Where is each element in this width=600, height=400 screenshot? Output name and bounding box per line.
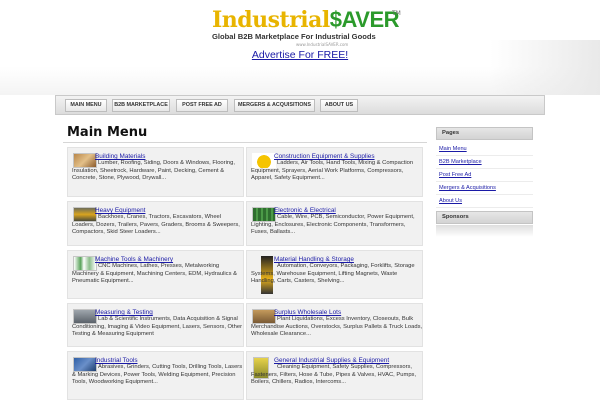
nav-post-free-ad[interactable]: POST FREE AD bbox=[176, 99, 228, 112]
nav-bar: MAIN MENU B2B MARKETPLACE POST FREE AD M… bbox=[55, 95, 545, 115]
nav-about-us[interactable]: ABOUT US bbox=[320, 99, 358, 112]
category-link[interactable]: Building Materials bbox=[95, 153, 145, 160]
site-logo[interactable]: Industrial$AVER TM Global B2B Marketplac… bbox=[212, 8, 401, 48]
nav-main-menu[interactable]: MAIN MENU bbox=[65, 99, 107, 112]
sidebar-link-post-free-ad[interactable]: Post Free Ad bbox=[436, 169, 533, 182]
logo-url: www.IndustrialSAVER.com bbox=[296, 42, 349, 47]
category-machine-tools: Machine Tools & Machinery CNC Machines, … bbox=[67, 250, 244, 299]
sidebar-link-about-us[interactable]: About Us bbox=[436, 195, 533, 208]
sponsors-area bbox=[436, 225, 533, 237]
page-title: Main Menu bbox=[67, 125, 148, 140]
category-industrial-tools: Industrial Tools Abrasives, Grinders, Cu… bbox=[67, 351, 244, 400]
category-link[interactable]: Surplus Wholesale Lots bbox=[274, 309, 341, 316]
category-link[interactable]: Material Handling & Storage bbox=[274, 256, 354, 263]
category-description: Cleaning Equipment, Safety Supplies, Com… bbox=[251, 364, 417, 386]
logo-wordmark: Industrial$AVER bbox=[212, 7, 400, 33]
category-link[interactable]: General Industrial Supplies & Equipment bbox=[274, 357, 389, 364]
category-link[interactable]: Measuring & Testing bbox=[95, 309, 153, 316]
category-link[interactable]: Heavy Equipment bbox=[95, 207, 145, 214]
category-construction-equipment: Construction Equipment & Supplies Ladder… bbox=[246, 147, 423, 197]
category-link[interactable]: Industrial Tools bbox=[95, 357, 138, 364]
category-description: CNC Machines, Lathes, Presses, Metalwork… bbox=[72, 263, 237, 285]
category-description: Automation, Conveyors, Packaging, Forkli… bbox=[251, 263, 415, 285]
logo-word-industrial: Industrial bbox=[212, 7, 330, 33]
category-description: Lumber, Roofing, Siding, Doors & Windows… bbox=[72, 160, 235, 182]
category-link[interactable]: Electronic & Electrical bbox=[274, 207, 336, 214]
sidebar-pages-list: Main Menu B2B Marketplace Post Free Ad M… bbox=[436, 143, 533, 208]
category-material-handling: Material Handling & Storage Automation, … bbox=[246, 250, 423, 299]
category-building-materials: Building Materials Lumber, Roofing, Sidi… bbox=[67, 147, 244, 197]
category-description: Abrasives, Grinders, Cutting Tools, Dril… bbox=[72, 364, 243, 386]
logo-trademark: TM bbox=[392, 10, 401, 17]
advertise-link[interactable]: Advertise For FREE! bbox=[0, 49, 600, 61]
category-measuring-testing: Measuring & Testing Lab & Scientific Ins… bbox=[67, 303, 244, 347]
nav-b2b-marketplace[interactable]: B2B MARKETPLACE bbox=[112, 99, 170, 112]
category-description: Cable, Wire, PCB, Semiconductor, Power E… bbox=[251, 214, 415, 236]
title-divider bbox=[63, 142, 427, 143]
sidebar-link-mergers-acquisitions[interactable]: Mergers & Acquisitions bbox=[436, 182, 533, 195]
category-description: Backhoes, Cranes, Tractors, Excavators, … bbox=[72, 214, 240, 236]
category-electronic-electrical: Electronic & Electrical Cable, Wire, PCB… bbox=[246, 201, 423, 246]
logo-tagline: Global B2B Marketplace For Industrial Go… bbox=[212, 32, 376, 41]
category-description: Lab & Scientific Instruments, Data Acqui… bbox=[72, 316, 243, 338]
sidebar-pages-header: Pages bbox=[436, 127, 533, 140]
category-general-supplies: General Industrial Supplies & Equipment … bbox=[246, 351, 423, 400]
sidebar-link-b2b-marketplace[interactable]: B2B Marketplace bbox=[436, 156, 533, 169]
nav-mergers-acquisitions[interactable]: MERGERS & ACQUISITIONS bbox=[234, 99, 315, 112]
category-surplus-lots: Surplus Wholesale Lots Plant Liquidation… bbox=[246, 303, 423, 347]
category-link[interactable]: Construction Equipment & Supplies bbox=[274, 153, 375, 160]
logo-word-saver: $AVER bbox=[329, 7, 400, 32]
sidebar-link-main-menu[interactable]: Main Menu bbox=[436, 143, 533, 156]
main-content: Main Menu Building Materials Lumber, Roo… bbox=[63, 125, 428, 400]
category-heavy-equipment: Heavy Equipment Backhoes, Cranes, Tracto… bbox=[67, 201, 244, 246]
category-description: Ladders, Air Tools, Hand Tools, Mixing &… bbox=[251, 160, 414, 182]
category-description: Plant Liquidations, Excess Inventory, Cl… bbox=[251, 316, 423, 338]
sidebar-sponsors-header: Sponsors bbox=[436, 211, 533, 224]
category-link[interactable]: Machine Tools & Machinery bbox=[95, 256, 173, 263]
